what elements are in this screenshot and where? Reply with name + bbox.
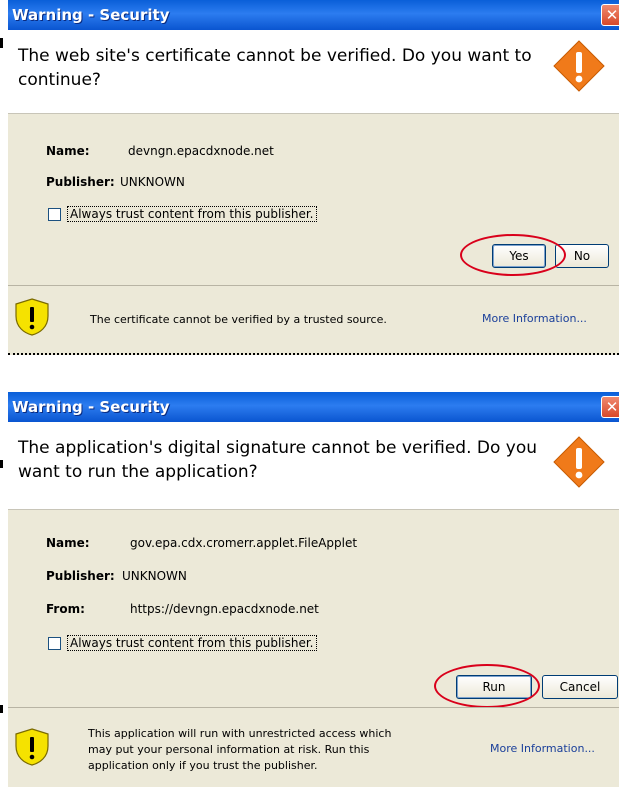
warning-diamond-icon [553, 40, 605, 92]
warning-heading: The application's digital signature cann… [18, 438, 538, 482]
page-edge-mark [0, 705, 3, 713]
title-bar[interactable]: Warning - Security ✕ [8, 0, 619, 30]
close-button[interactable]: ✕ [601, 396, 619, 418]
highlight-circle [460, 234, 566, 276]
always-trust-label[interactable]: Always trust content from this publisher… [67, 635, 317, 651]
warning-diamond-icon [553, 436, 605, 488]
dialog-footer: The certificate cannot be verified by a … [8, 285, 619, 355]
close-button[interactable]: ✕ [601, 4, 619, 26]
dialog-footer: This application will run with unrestric… [8, 707, 619, 787]
publisher-value: UNKNOWN [122, 569, 187, 583]
publisher-label: Publisher: [46, 569, 115, 583]
name-label: Name: [46, 536, 90, 550]
page-edge-mark [0, 38, 3, 48]
dialog-title: Warning - Security [12, 398, 170, 416]
security-warning-dialog-signature: Warning - Security ✕ The application's d… [8, 392, 619, 787]
from-label: From: [46, 602, 85, 616]
more-information-link[interactable]: More Information... [490, 742, 595, 755]
warning-heading: The web site's certificate cannot be ver… [18, 46, 532, 90]
dialog-header: The application's digital signature cann… [8, 422, 619, 510]
page-edge-mark [0, 460, 3, 468]
always-trust-label[interactable]: Always trust content from this publisher… [67, 206, 317, 222]
always-trust-checkbox-row[interactable]: Always trust content from this publisher… [48, 206, 317, 222]
shield-warning-icon [15, 728, 49, 766]
highlight-circle [434, 664, 540, 708]
publisher-value: UNKNOWN [120, 175, 185, 189]
name-value: gov.epa.cdx.cromerr.applet.FileApplet [130, 536, 358, 550]
more-information-link[interactable]: More Information... [482, 312, 587, 325]
footer-message: This application will run with unrestric… [88, 727, 392, 772]
security-warning-dialog-certificate: Warning - Security ✕ The web site's cert… [8, 0, 619, 355]
name-label: Name: [46, 144, 90, 158]
page-dotted-divider [8, 353, 619, 357]
always-trust-checkbox[interactable] [48, 636, 61, 650]
title-bar[interactable]: Warning - Security ✕ [8, 392, 619, 422]
dialog-title: Warning - Security [12, 6, 170, 24]
always-trust-checkbox-row[interactable]: Always trust content from this publisher… [48, 635, 317, 651]
always-trust-checkbox[interactable] [48, 207, 61, 221]
name-value: devngn.epacdxnode.net [128, 144, 274, 158]
footer-message: The certificate cannot be verified by a … [90, 313, 387, 326]
publisher-label: Publisher: [46, 175, 115, 189]
from-value: https://devngn.epacdxnode.net [130, 602, 319, 616]
shield-warning-icon [15, 298, 49, 336]
dialog-header: The web site's certificate cannot be ver… [8, 30, 619, 114]
cancel-button[interactable]: Cancel [542, 675, 618, 699]
